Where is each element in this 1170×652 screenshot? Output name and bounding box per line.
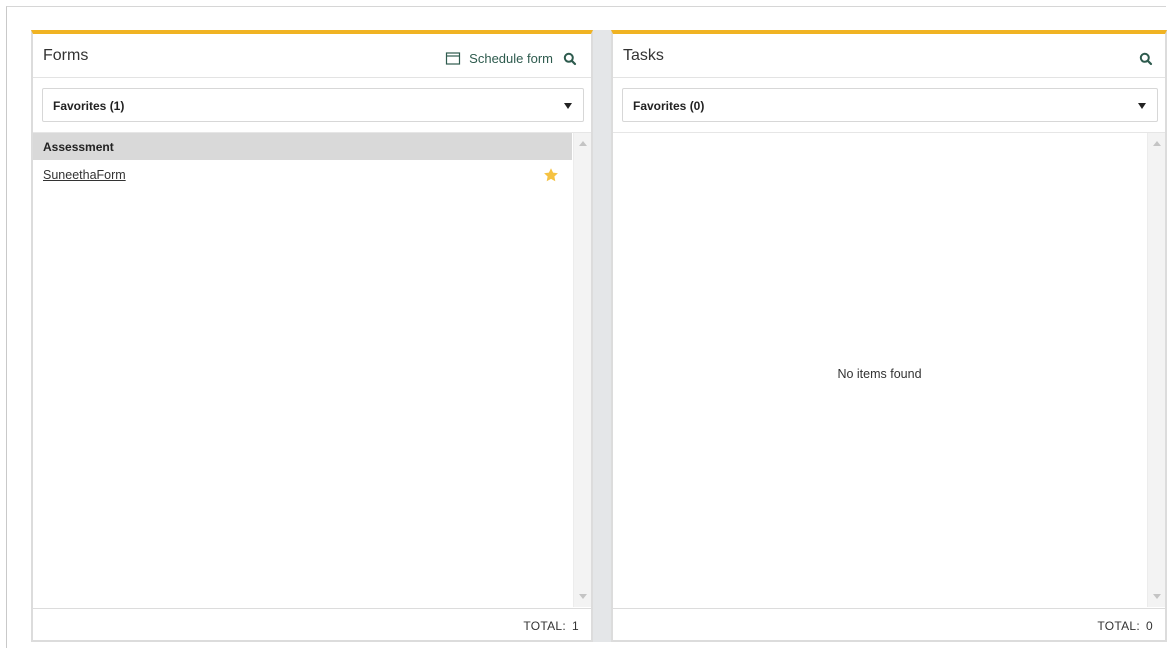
total-count: 1	[572, 619, 579, 633]
tasks-panel-title: Tasks	[623, 47, 664, 64]
forms-panel: Forms Schedule form Favorites (1) Assess…	[31, 30, 593, 642]
calendar-icon	[445, 51, 461, 65]
group-header: Assessment	[33, 133, 572, 160]
chevron-down-icon	[564, 103, 572, 109]
panel-divider[interactable]	[593, 30, 611, 642]
total-label: TOTAL:	[1097, 619, 1141, 633]
forms-total: TOTAL: 1	[523, 619, 579, 633]
empty-message: No items found	[837, 367, 922, 381]
tasks-filter-select[interactable]: Favorites (0)	[622, 88, 1158, 122]
forms-filter-value: Favorites (1)	[53, 99, 125, 113]
forms-panel-title: Forms	[43, 47, 89, 64]
chevron-down-icon	[1138, 103, 1146, 109]
tasks-scrollbar[interactable]	[1147, 133, 1165, 607]
tasks-total: TOTAL: 0	[1097, 619, 1153, 633]
tasks-panel-footer: TOTAL: 0	[613, 608, 1165, 640]
search-icon[interactable]	[563, 52, 577, 66]
scroll-down-icon[interactable]	[579, 594, 587, 599]
tasks-filter-value: Favorites (0)	[633, 99, 705, 113]
total-label: TOTAL:	[523, 619, 567, 633]
forms-panel-footer: TOTAL: 1	[33, 608, 591, 640]
form-link[interactable]: SuneethaForm	[43, 168, 126, 182]
list-item: SuneethaForm	[33, 160, 572, 190]
tasks-panel-header: Tasks	[613, 34, 1165, 78]
forms-scrollbar[interactable]	[573, 133, 591, 607]
scroll-up-icon[interactable]	[1153, 141, 1161, 146]
star-icon[interactable]	[543, 167, 559, 183]
tasks-panel: Tasks Favorites (0) No items found TOTAL…	[611, 30, 1167, 642]
dashboard-frame: Forms Schedule form Favorites (1) Assess…	[6, 6, 1167, 648]
forms-filter-select[interactable]: Favorites (1)	[42, 88, 584, 122]
tasks-list: No items found	[613, 132, 1165, 607]
forms-list: Assessment SuneethaForm	[33, 132, 591, 607]
total-count: 0	[1146, 619, 1153, 633]
scroll-down-icon[interactable]	[1153, 594, 1161, 599]
schedule-form-label: Schedule form	[469, 50, 553, 66]
forms-panel-header: Forms Schedule form	[33, 34, 591, 78]
schedule-form-button[interactable]: Schedule form	[445, 48, 553, 68]
search-icon[interactable]	[1139, 52, 1153, 66]
scroll-up-icon[interactable]	[579, 141, 587, 146]
